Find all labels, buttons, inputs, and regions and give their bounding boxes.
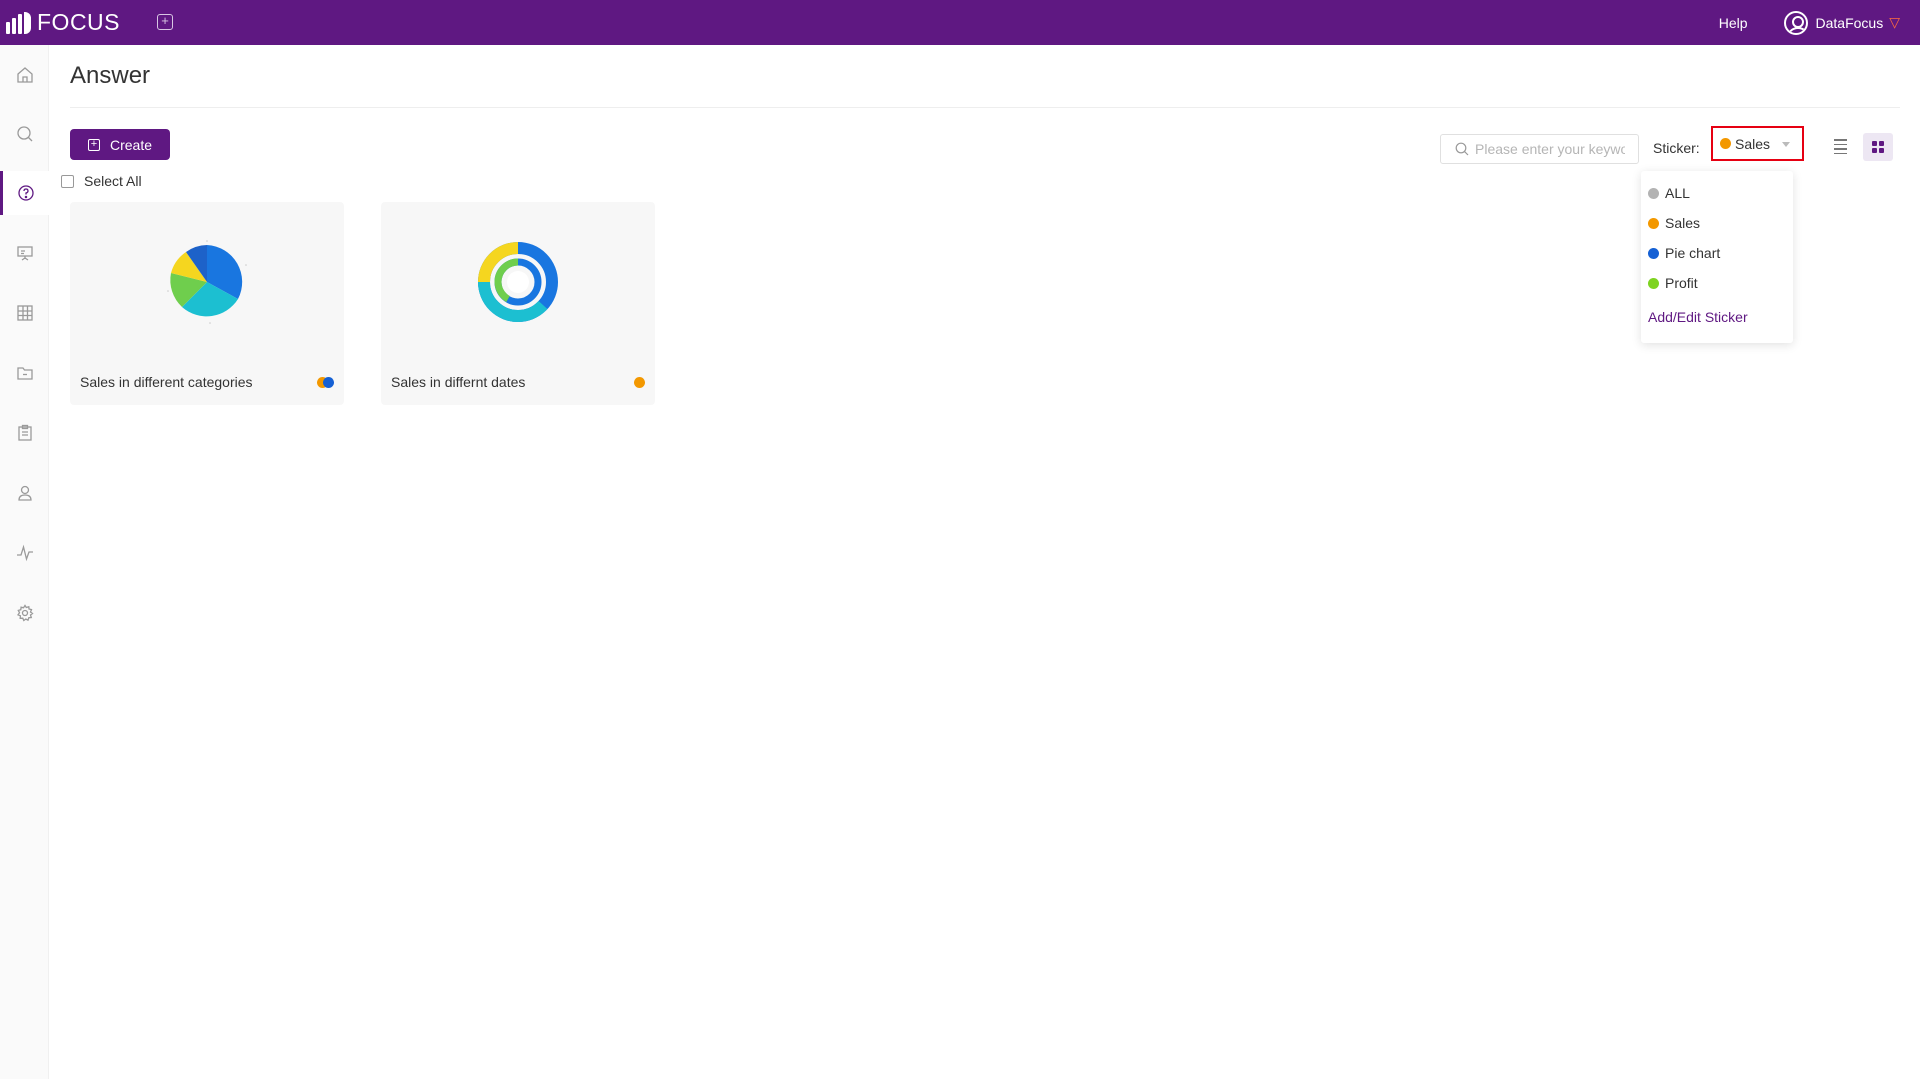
vip-diamond-icon: ▽	[1889, 14, 1900, 30]
sticker-option-pie-chart[interactable]: Pie chart	[1648, 245, 1720, 261]
page-title: Answer	[70, 62, 151, 89]
sticker-color-dot	[1720, 138, 1731, 149]
title-divider	[70, 107, 1900, 108]
gear-icon	[16, 604, 34, 622]
sticker-dropdown: ALL Sales Pie chart Profit Add/Edit Stic…	[1641, 171, 1793, 343]
folder-icon	[16, 367, 33, 380]
sticker-option-all[interactable]: ALL	[1648, 185, 1690, 201]
question-icon	[18, 185, 34, 201]
activity-icon	[16, 544, 33, 562]
sticker-option-profit[interactable]: Profit	[1648, 275, 1698, 291]
answer-card[interactable]: Sales in differnt dates	[381, 202, 655, 405]
add-edit-sticker-link[interactable]: Add/Edit Sticker	[1648, 309, 1748, 325]
sticker-option-label: Pie chart	[1665, 245, 1721, 261]
sidebar-item-search[interactable]	[0, 112, 49, 156]
user-icon	[17, 485, 32, 501]
sticker-option-label: Sales	[1665, 215, 1701, 231]
sidebar-item-presentation[interactable]	[0, 231, 49, 275]
grid-view-icon[interactable]	[1863, 133, 1893, 161]
donut-chart-thumbnail	[381, 202, 655, 362]
sticker-label: Sticker:	[1653, 140, 1700, 156]
add-tab-icon[interactable]: +	[157, 14, 173, 30]
sidebar-item-table[interactable]	[0, 291, 49, 335]
sidebar-item-answer[interactable]	[0, 171, 49, 215]
card-title: Sales in different categories	[80, 374, 253, 390]
sticker-option-label: ALL	[1665, 185, 1690, 201]
user-avatar-icon	[1783, 10, 1808, 35]
create-button-label: Create	[109, 136, 153, 153]
sticker-select[interactable]: Sales	[1711, 126, 1804, 161]
sidebar-item-users[interactable]	[0, 471, 49, 515]
answer-card[interactable]: Sales in different categories	[70, 202, 344, 405]
user-name: DataFocus	[1815, 14, 1884, 31]
select-all-checkbox[interactable]	[61, 174, 74, 188]
search-input[interactable]	[1475, 141, 1625, 157]
sidebar-item-settings[interactable]	[0, 591, 49, 635]
sticker-color-dot	[1648, 217, 1659, 229]
pie-chart-thumbnail	[70, 202, 344, 362]
sticker-color-dot	[634, 377, 645, 388]
presentation-icon	[16, 246, 33, 261]
logo-text: FOCUS	[37, 9, 120, 35]
sticker-selected-value: Sales	[1735, 135, 1771, 152]
sticker-option-label: Profit	[1665, 275, 1698, 291]
sticker-option-sales[interactable]: Sales	[1648, 215, 1700, 231]
select-all[interactable]: Select All	[61, 173, 142, 189]
sticker-color-dot	[323, 377, 334, 388]
list-view-icon[interactable]	[1834, 139, 1850, 155]
plus-square-icon: +	[87, 138, 100, 151]
chevron-down-icon	[1782, 142, 1790, 147]
sidebar-item-clipboard[interactable]	[0, 411, 49, 455]
card-title: Sales in differnt dates	[391, 374, 526, 390]
select-all-label: Select All	[84, 173, 142, 189]
user-menu[interactable]: DataFocus ▽	[1783, 10, 1900, 35]
table-icon	[16, 305, 33, 321]
sidebar-item-monitor[interactable]	[0, 531, 49, 575]
clipboard-icon	[17, 424, 32, 441]
logo-bars-icon	[6, 11, 31, 34]
top-bar: FOCUS + Help DataFocus ▽	[0, 0, 1920, 45]
create-button[interactable]: + Create	[70, 129, 170, 160]
sticker-color-dot	[1648, 277, 1659, 289]
sidebar-item-folder[interactable]	[0, 351, 49, 395]
sticker-color-dot	[1648, 187, 1659, 199]
card-stickers	[317, 377, 334, 388]
home-icon	[16, 67, 33, 83]
sidebar	[0, 45, 49, 1079]
search-icon	[1455, 142, 1469, 156]
sticker-color-dot	[1648, 247, 1659, 259]
search-box[interactable]	[1440, 134, 1639, 164]
card-stickers	[634, 377, 645, 388]
help-link[interactable]: Help	[1719, 15, 1748, 31]
search-icon	[16, 126, 32, 142]
focus-logo[interactable]: FOCUS	[6, 9, 120, 36]
sidebar-item-home[interactable]	[0, 53, 49, 97]
